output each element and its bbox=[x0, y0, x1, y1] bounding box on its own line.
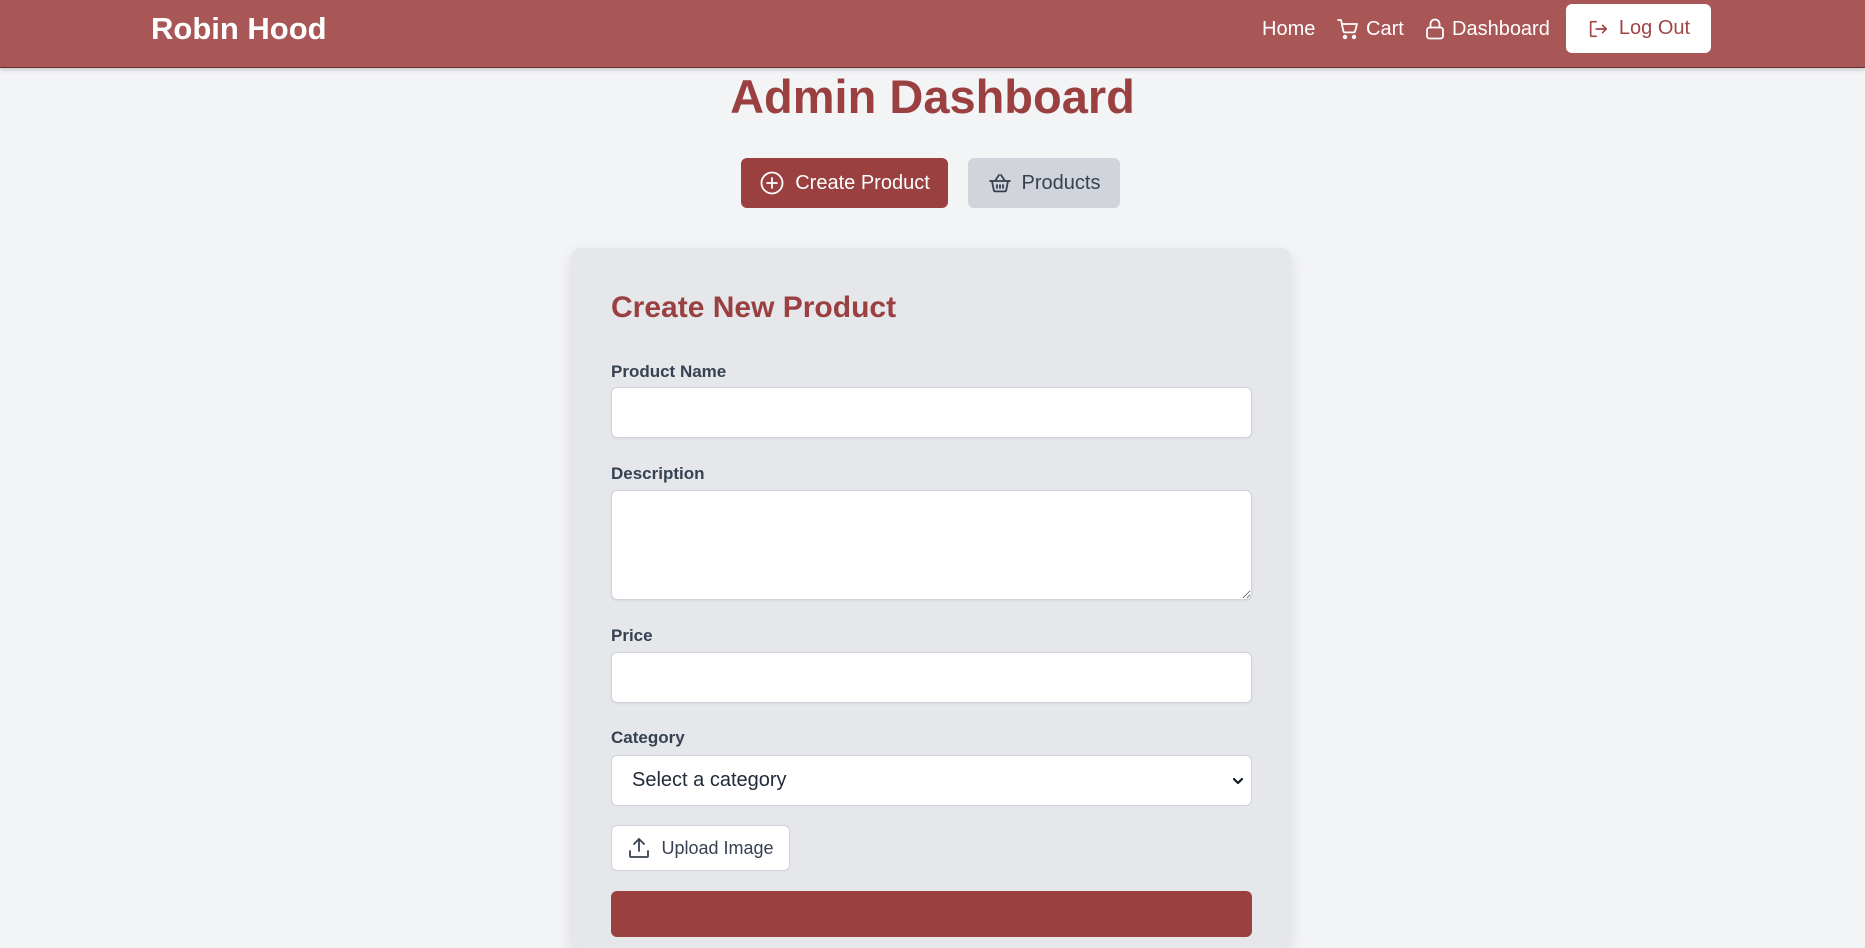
price-label: Price bbox=[611, 626, 653, 645]
nav-link-dashboard[interactable]: Dashboard bbox=[1424, 16, 1550, 42]
navbar: Robin Hood Home Cart Dashboard Log Out bbox=[0, 0, 1865, 68]
plus-circle-icon bbox=[760, 171, 784, 195]
category-select[interactable]: Select a category bbox=[611, 755, 1252, 806]
nav-link-home-label: Home bbox=[1262, 18, 1316, 40]
product-name-label: Product Name bbox=[611, 362, 727, 381]
basket-icon bbox=[988, 174, 1011, 193]
nav-link-dashboard-label: Dashboard bbox=[1452, 18, 1550, 40]
price-input[interactable] bbox=[611, 652, 1252, 703]
nav-link-cart[interactable]: Cart bbox=[1336, 16, 1404, 42]
category-select-value: Select a category bbox=[632, 769, 787, 791]
upload-icon bbox=[629, 838, 650, 858]
nav-link-cart-label: Cart bbox=[1366, 18, 1404, 40]
category-label: Category bbox=[611, 728, 685, 747]
description-label: Description bbox=[611, 464, 705, 483]
logout-button-label: Log Out bbox=[1618, 17, 1691, 39]
form-title: Create New Product bbox=[611, 291, 897, 324]
tab-products-label: Products bbox=[1021, 171, 1101, 194]
description-textarea[interactable] bbox=[611, 490, 1252, 600]
chevron-down-icon bbox=[1232, 777, 1244, 785]
lock-icon bbox=[1426, 18, 1444, 40]
submit-button[interactable] bbox=[611, 891, 1252, 937]
brand-logo[interactable]: Robin Hood bbox=[151, 10, 327, 48]
upload-image-label: Upload Image bbox=[661, 837, 774, 858]
create-product-card: Create New Product Product Name Descript… bbox=[571, 248, 1291, 948]
product-name-input[interactable] bbox=[611, 387, 1252, 438]
tab-create-product-label: Create Product bbox=[795, 171, 930, 194]
tab-create-product[interactable]: Create Product bbox=[741, 158, 948, 208]
page-title: Admin Dashboard bbox=[730, 70, 1135, 123]
cart-icon bbox=[1337, 19, 1358, 40]
logout-button[interactable]: Log Out bbox=[1566, 4, 1711, 53]
upload-image-button[interactable]: Upload Image bbox=[611, 825, 790, 871]
nav-link-home[interactable]: Home bbox=[1262, 16, 1315, 42]
tab-products[interactable]: Products bbox=[968, 158, 1120, 208]
logout-icon bbox=[1589, 20, 1607, 37]
